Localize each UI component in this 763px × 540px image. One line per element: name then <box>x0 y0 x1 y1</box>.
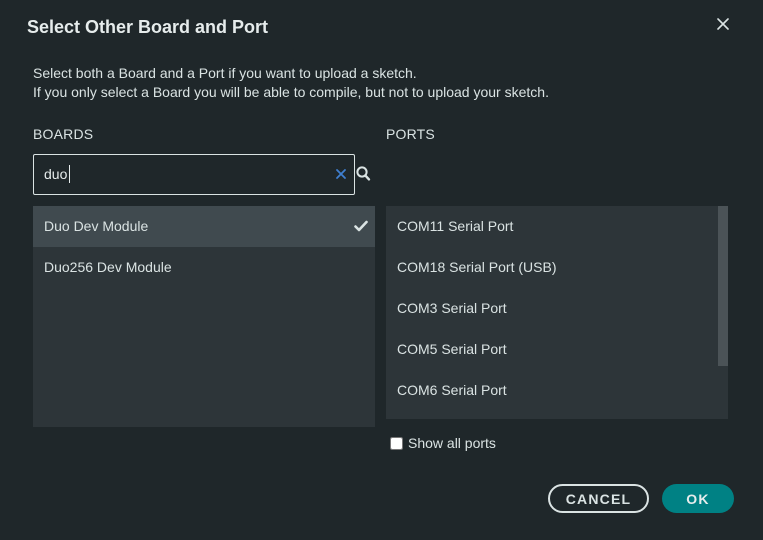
intro-line-2: If you only select a Board you will be a… <box>33 84 549 100</box>
board-search-box[interactable] <box>33 154 355 195</box>
board-item-duo-dev-module[interactable]: Duo Dev Module <box>33 206 375 247</box>
check-icon <box>354 220 368 232</box>
port-item-label: COM3 Serial Port <box>397 300 507 316</box>
show-all-ports-label: Show all ports <box>408 435 496 451</box>
port-item-com11[interactable]: COM11 Serial Port <box>386 206 728 247</box>
ports-label: PORTS <box>386 126 435 142</box>
board-item-duo256-dev-module[interactable]: Duo256 Dev Module <box>33 247 375 288</box>
intro-text: Select both a Board and a Port if you wa… <box>33 64 549 102</box>
port-item-label: COM18 Serial Port (USB) <box>397 259 557 275</box>
close-button[interactable] <box>713 14 733 36</box>
port-item-com5[interactable]: COM5 Serial Port <box>386 329 728 370</box>
show-all-ports-toggle[interactable]: Show all ports <box>390 435 496 451</box>
port-item-label: COM6 Serial Port <box>397 382 507 398</box>
intro-line-1: Select both a Board and a Port if you wa… <box>33 65 417 81</box>
cancel-button[interactable]: CANCEL <box>548 484 649 513</box>
ok-button[interactable]: OK <box>662 484 734 513</box>
ports-scrollbar[interactable] <box>718 206 728 419</box>
select-board-port-dialog: Select Other Board and Port Select both … <box>0 0 763 540</box>
dialog-title: Select Other Board and Port <box>27 17 269 37</box>
boards-list: Duo Dev Module Duo256 Dev Module <box>33 206 375 427</box>
port-item-com6[interactable]: COM6 Serial Port <box>386 370 728 411</box>
port-item-label: COM5 Serial Port <box>397 341 507 357</box>
clear-search-button[interactable] <box>334 167 348 181</box>
board-item-label: Duo Dev Module <box>44 218 149 234</box>
port-item-com18[interactable]: COM18 Serial Port (USB) <box>386 247 728 288</box>
show-all-ports-checkbox[interactable] <box>390 436 403 450</box>
port-item-com3[interactable]: COM3 Serial Port <box>386 288 728 329</box>
text-caret <box>69 165 70 183</box>
board-search-input[interactable] <box>44 164 324 184</box>
search-icon <box>356 166 371 182</box>
port-item-label: COM11 Serial Port <box>397 218 514 234</box>
close-icon <box>717 18 729 30</box>
clear-icon <box>336 169 346 179</box>
boards-label: BOARDS <box>33 126 94 142</box>
ports-scrollbar-thumb[interactable] <box>718 206 728 366</box>
ports-list: COM11 Serial Port COM18 Serial Port (USB… <box>386 206 728 419</box>
board-item-label: Duo256 Dev Module <box>44 259 172 275</box>
